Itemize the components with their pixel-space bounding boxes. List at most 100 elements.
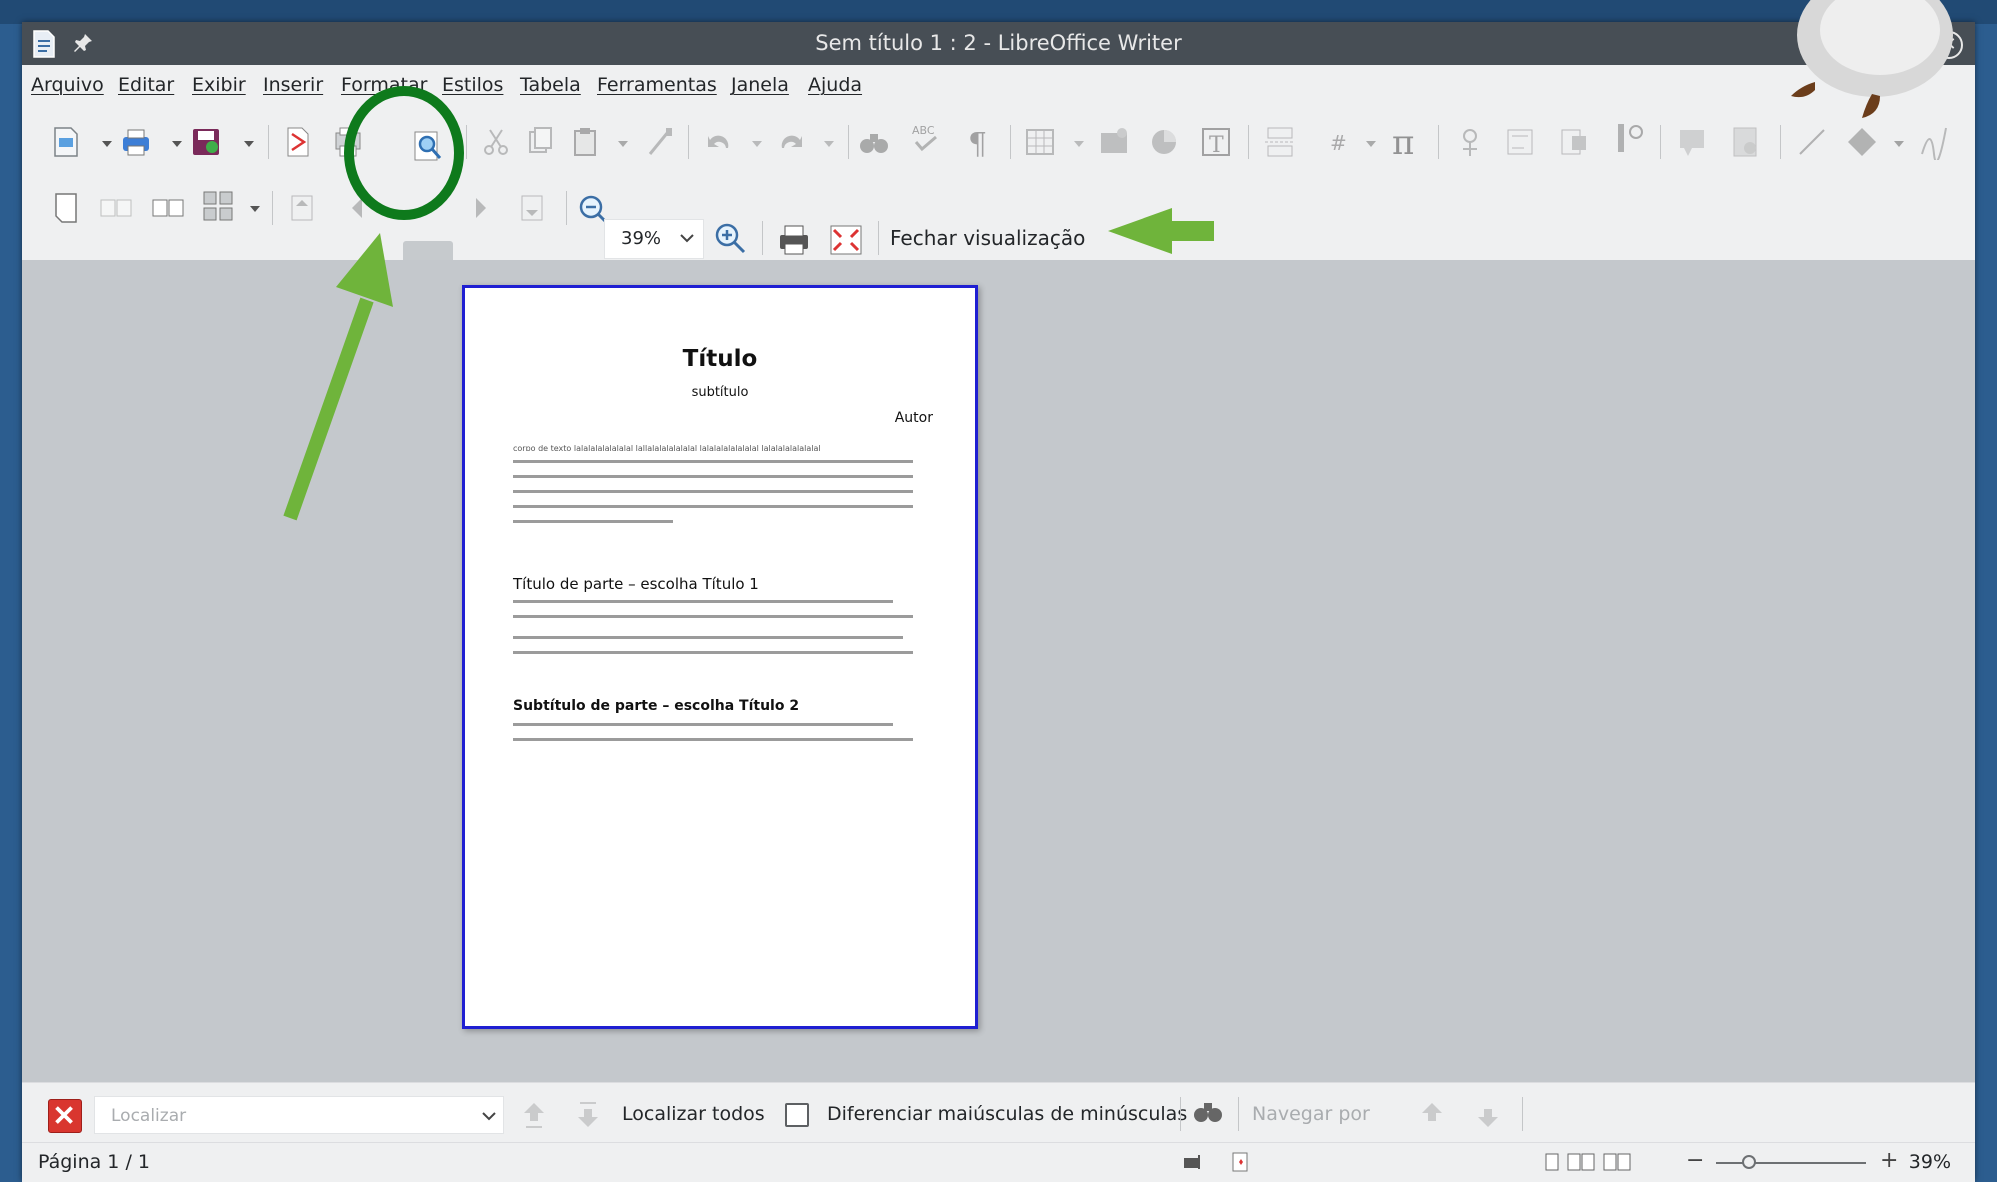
last-page-button[interactable]: [514, 190, 550, 226]
print-dropdown-arrow[interactable]: [172, 141, 182, 147]
navigate-next-icon[interactable]: [1470, 1097, 1506, 1133]
find-toolbar: Localizar todos Diferenciar maiúsculas d…: [22, 1082, 1975, 1143]
multi-pages-dropdown-arrow[interactable]: [250, 206, 260, 212]
previous-page-button[interactable]: [340, 190, 376, 226]
copy-button[interactable]: [522, 124, 558, 160]
insert-textbox-button[interactable]: T: [1198, 124, 1234, 160]
insert-page-break-button[interactable]: [1262, 124, 1298, 160]
document-modified-icon[interactable]: [1230, 1151, 1252, 1173]
section-1-text: [513, 600, 913, 630]
shapes-dropdown-arrow[interactable]: [1894, 141, 1904, 147]
paste-button[interactable]: [568, 124, 604, 160]
match-case-label[interactable]: Diferenciar maiúsculas de minúsculas: [827, 1083, 1187, 1145]
new-document-icon: [54, 127, 78, 157]
insert-comment-button[interactable]: [1674, 124, 1710, 160]
zoom-out-status-button[interactable]: −: [1686, 1143, 1704, 1179]
menu-janela[interactable]: Janela: [731, 65, 789, 105]
copy-icon: [529, 127, 552, 153]
toolbar-separator: [268, 125, 269, 159]
redo-icon: [781, 135, 802, 148]
first-page-button[interactable]: [284, 190, 320, 226]
save-button[interactable]: [188, 124, 224, 160]
redo-button[interactable]: [774, 124, 810, 160]
cut-button[interactable]: [478, 124, 514, 160]
toolbar-separator: [1522, 1097, 1523, 1131]
view-layout-icons[interactable]: [1542, 1151, 1642, 1173]
page-break-icon: [1265, 127, 1295, 157]
menu-tabela[interactable]: Tabela: [520, 65, 581, 105]
export-pdf-button[interactable]: [280, 124, 316, 160]
table-dropdown-arrow[interactable]: [1074, 141, 1084, 147]
find-previous-icon[interactable]: [516, 1097, 552, 1133]
preview-page[interactable]: Título subtítulo Autor corpo de texto la…: [462, 285, 978, 1029]
print-preview-button[interactable]: [410, 128, 446, 164]
save-dropdown-arrow[interactable]: [244, 141, 254, 147]
field-dropdown-arrow[interactable]: [1366, 141, 1376, 147]
book-preview-button[interactable]: [150, 190, 186, 226]
clone-formatting-button[interactable]: [642, 124, 678, 160]
insert-field-button[interactable]: #: [1320, 124, 1356, 160]
page-count[interactable]: Página 1 / 1: [38, 1143, 150, 1181]
zoom-slider-track[interactable]: [1716, 1162, 1866, 1164]
track-changes-icon: [1733, 127, 1757, 157]
full-screen-button[interactable]: [828, 222, 864, 258]
chevron-down-icon[interactable]: [481, 1108, 497, 1124]
undo-button[interactable]: [700, 124, 736, 160]
zoom-in-button[interactable]: [712, 220, 748, 256]
find-replace-icon[interactable]: [1190, 1095, 1226, 1131]
libreoffice-window: Sem título 1 : 2 - LibreOffice Writer ✕ …: [22, 22, 1975, 1182]
menu-formatar[interactable]: Formatar: [341, 65, 427, 105]
insert-chart-button[interactable]: [1146, 124, 1182, 160]
menu-exibir[interactable]: Exibir: [192, 65, 246, 105]
two-pages-preview-button[interactable]: [98, 190, 134, 226]
insert-bookmark-button[interactable]: [1612, 120, 1648, 156]
navigate-previous-icon[interactable]: [1414, 1097, 1450, 1133]
insert-image-button[interactable]: [1096, 124, 1132, 160]
zoom-in-status-button[interactable]: +: [1880, 1143, 1898, 1179]
find-next-icon[interactable]: [570, 1097, 606, 1133]
close-preview-button[interactable]: Fechar visualização: [890, 218, 1085, 258]
find-field[interactable]: [94, 1096, 504, 1134]
find-input[interactable]: [109, 1098, 453, 1134]
book-icon: [152, 199, 184, 217]
menu-estilos[interactable]: Estilos: [442, 65, 503, 105]
menu-ferramentas[interactable]: Ferramentas: [597, 65, 717, 105]
next-page-button[interactable]: [462, 190, 498, 226]
new-document-button[interactable]: [48, 124, 84, 160]
status-zoom-level[interactable]: 39%: [1909, 1143, 1951, 1181]
find-replace-button[interactable]: [856, 124, 892, 160]
menu-editar[interactable]: Editar: [118, 65, 174, 105]
multi-pages-icon: [203, 191, 233, 221]
track-changes-button[interactable]: [1728, 124, 1764, 160]
print-button[interactable]: [118, 124, 154, 160]
menu-inserir[interactable]: Inserir: [263, 65, 323, 105]
insert-footnote-button[interactable]: [1502, 124, 1538, 160]
redo-dropdown-arrow[interactable]: [824, 141, 834, 147]
insert-hyperlink-button[interactable]: [1452, 124, 1488, 160]
footnote-icon: [1507, 129, 1533, 155]
print-from-preview-button[interactable]: [776, 222, 812, 258]
close-find-bar-button[interactable]: [48, 1099, 82, 1133]
menu-arquivo[interactable]: Arquivo: [31, 65, 104, 105]
insert-table-button[interactable]: [1022, 124, 1058, 160]
formatting-marks-button[interactable]: ¶: [960, 124, 996, 162]
insert-formula-button[interactable]: π: [1388, 122, 1424, 163]
undo-dropdown-arrow[interactable]: [752, 141, 762, 147]
zoom-combobox[interactable]: 39%: [604, 219, 704, 259]
multiple-pages-button[interactable]: [200, 188, 236, 224]
menu-ajuda[interactable]: Ajuda: [808, 65, 862, 105]
insert-endnote-button[interactable]: [1556, 124, 1592, 160]
body-text-block: [513, 460, 913, 535]
single-page-preview-button[interactable]: [48, 190, 84, 226]
paste-dropdown-arrow[interactable]: [618, 141, 628, 147]
toolbar-separator: [1780, 125, 1781, 159]
new-dropdown-arrow[interactable]: [102, 141, 112, 147]
spelling-button[interactable]: ABC: [908, 120, 944, 156]
find-all-button[interactable]: Localizar todos: [622, 1083, 765, 1145]
toggle-print-preview-button[interactable]: [330, 124, 366, 160]
zoom-slider-knob[interactable]: [1742, 1155, 1756, 1169]
selection-mode-icon[interactable]: [1182, 1153, 1204, 1171]
toolbar-separator: [466, 125, 467, 159]
match-case-checkbox[interactable]: [785, 1103, 809, 1127]
title-bar: Sem título 1 : 2 - LibreOffice Writer ✕: [22, 22, 1975, 65]
